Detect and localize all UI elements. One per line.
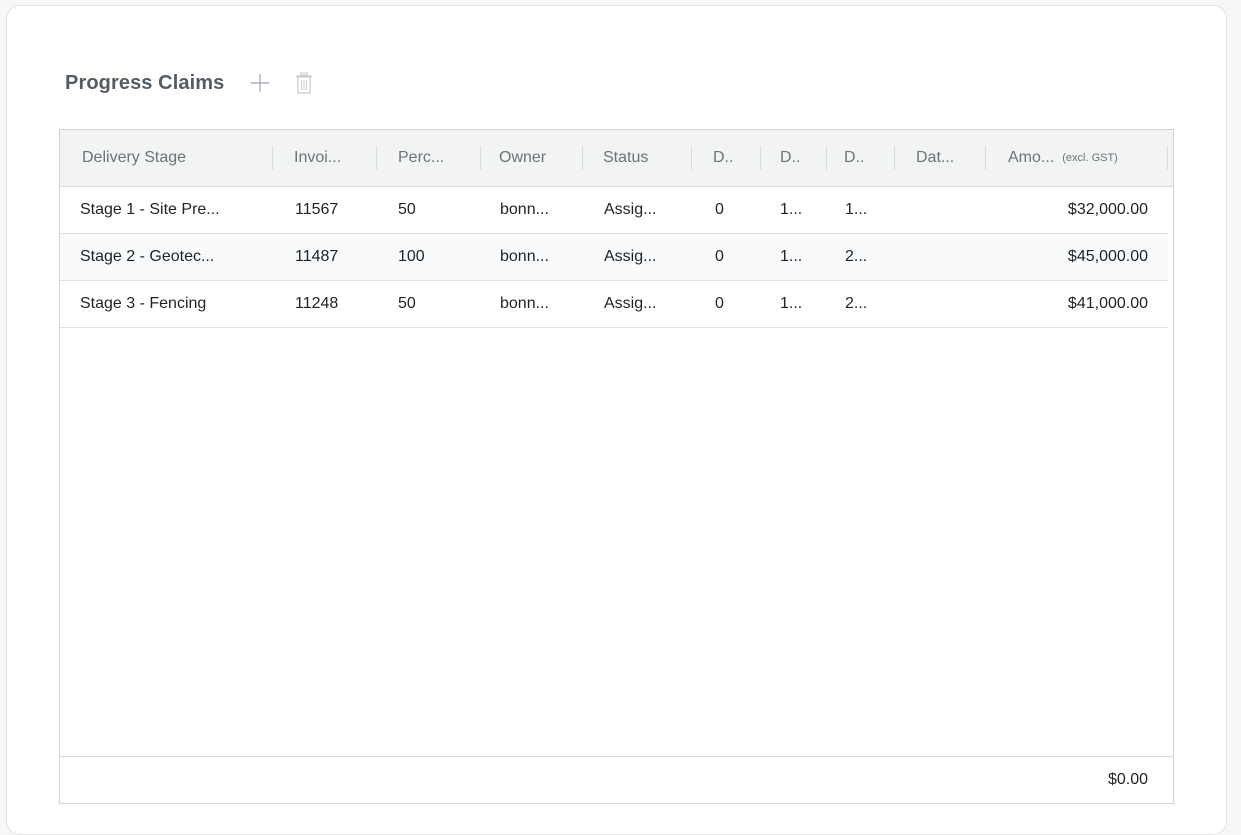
column-header-date[interactable]: Dat... — [916, 130, 976, 186]
cell-owner: bonn... — [500, 201, 549, 218]
cell-amount: $41,000.00 — [1067, 295, 1148, 312]
column-header-status[interactable]: Status — [603, 130, 683, 186]
cell-invoice: 11567 — [295, 201, 339, 218]
cell-percent: 50 — [398, 295, 416, 312]
cell-delivery-stage: Stage 2 - Geotec... — [80, 248, 215, 265]
table-row[interactable]: Stage 3 - Fencing 11248 50 bonn... Assig… — [60, 281, 1168, 328]
progress-claims-table: Delivery Stage Invoi... Perc... Owner St… — [59, 129, 1174, 804]
cell-status: Assig... — [604, 295, 657, 312]
plus-icon[interactable] — [248, 71, 272, 95]
cell-d2: 1... — [780, 201, 803, 218]
cell-amount: $32,000.00 — [1067, 201, 1148, 218]
cell-d2: 1... — [780, 295, 803, 312]
cell-delivery-stage: Stage 1 - Site Pre... — [80, 201, 220, 218]
cell-delivery-stage: Stage 3 - Fencing — [80, 295, 207, 312]
trash-icon[interactable] — [294, 71, 314, 95]
cell-d3: 2... — [845, 295, 868, 312]
cell-d1: 0 — [715, 248, 724, 265]
footer-total-amount: $0.00 — [1107, 771, 1148, 788]
cell-invoice: 11487 — [295, 248, 339, 265]
cell-d2: 1... — [780, 248, 803, 265]
table-row[interactable]: Stage 1 - Site Pre... 11567 50 bonn... A… — [60, 187, 1168, 234]
cell-invoice: 11248 — [295, 295, 339, 312]
column-header-percent[interactable]: Perc... — [398, 130, 468, 186]
column-header-owner[interactable]: Owner — [499, 130, 569, 186]
cell-status: Assig... — [604, 201, 657, 218]
column-header-d3[interactable]: D.. — [844, 130, 880, 186]
cell-percent: 100 — [398, 248, 425, 265]
column-header-d1[interactable]: D.. — [713, 130, 749, 186]
column-header-invoice[interactable]: Invoi... — [294, 130, 364, 186]
cell-percent: 50 — [398, 201, 416, 218]
cell-d1: 0 — [715, 201, 724, 218]
panel-header: Progress Claims — [65, 68, 314, 98]
cell-d1: 0 — [715, 295, 724, 312]
cell-status: Assig... — [604, 248, 657, 265]
column-header-d2[interactable]: D.. — [780, 130, 816, 186]
column-header-delivery-stage[interactable]: Delivery Stage — [82, 130, 262, 186]
cell-d3: 2... — [845, 248, 868, 265]
column-header-amount[interactable]: Amo... (excl. GST) — [1008, 130, 1158, 186]
cell-amount: $45,000.00 — [1067, 248, 1148, 265]
table-header: Delivery Stage Invoi... Perc... Owner St… — [60, 130, 1173, 187]
cell-owner: bonn... — [500, 248, 549, 265]
cell-owner: bonn... — [500, 295, 549, 312]
cell-d3: 1... — [845, 201, 868, 218]
panel-title: Progress Claims — [65, 71, 225, 94]
table-footer: $0.00 — [60, 756, 1173, 803]
table-row[interactable]: Stage 2 - Geotec... 11487 100 bonn... As… — [60, 234, 1168, 281]
